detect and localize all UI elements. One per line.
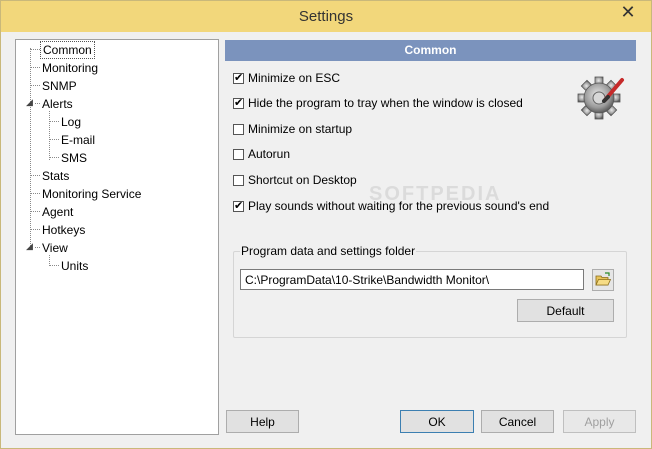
settings-tree[interactable]: ◢ ◢ Common Monitoring SNMP Alerts Log E-… bbox=[15, 39, 219, 435]
tree-item-view[interactable]: View bbox=[42, 240, 68, 256]
tree-item-alerts[interactable]: Alerts bbox=[42, 96, 73, 112]
tree-item-hotkeys[interactable]: Hotkeys bbox=[42, 222, 85, 238]
tree-item-log[interactable]: Log bbox=[61, 114, 81, 130]
title-bar[interactable]: Settings ✕ bbox=[1, 1, 651, 32]
ok-button[interactable]: OK bbox=[400, 410, 474, 433]
tree-item-common[interactable]: Common bbox=[40, 41, 95, 59]
settings-gear-icon bbox=[577, 76, 624, 120]
tree-item-email[interactable]: E-mail bbox=[61, 132, 95, 148]
checkbox-minimize-on-startup[interactable]: Minimize on startup bbox=[233, 121, 352, 137]
checkbox-box[interactable] bbox=[233, 71, 244, 84]
folder-groupbox bbox=[233, 251, 627, 338]
checkbox-box[interactable] bbox=[233, 148, 244, 160]
collapse-icon[interactable]: ◢ bbox=[26, 242, 33, 251]
collapse-icon[interactable]: ◢ bbox=[26, 98, 33, 107]
help-button[interactable]: Help bbox=[226, 410, 299, 433]
tree-item-snmp[interactable]: SNMP bbox=[42, 78, 77, 94]
checkbox-autorun[interactable]: Autorun bbox=[233, 146, 290, 162]
folder-group-label: Program data and settings folder bbox=[240, 244, 417, 258]
browse-folder-button[interactable] bbox=[592, 269, 614, 291]
checkbox-shortcut-on-desktop[interactable]: Shortcut on Desktop bbox=[233, 172, 357, 188]
tree-item-monitoring-service[interactable]: Monitoring Service bbox=[42, 186, 141, 202]
open-folder-icon bbox=[595, 272, 612, 286]
window-title: Settings bbox=[298, 8, 354, 25]
cancel-button[interactable]: Cancel bbox=[481, 410, 554, 433]
checkbox-box[interactable] bbox=[233, 174, 244, 186]
watermark: SOFTPEDIA bbox=[369, 183, 502, 205]
apply-button[interactable]: Apply bbox=[563, 410, 636, 433]
tree-item-monitoring[interactable]: Monitoring bbox=[42, 60, 98, 76]
close-icon[interactable]: ✕ bbox=[611, 2, 645, 22]
checkbox-box[interactable] bbox=[233, 96, 244, 109]
checkbox-box[interactable] bbox=[233, 123, 244, 135]
panel-header: Common bbox=[225, 40, 636, 61]
folder-path-input[interactable] bbox=[240, 269, 584, 290]
checkbox-hide-to-tray[interactable]: Hide the program to tray when the window… bbox=[233, 95, 523, 111]
tree-item-agent[interactable]: Agent bbox=[42, 204, 73, 220]
tree-item-units[interactable]: Units bbox=[61, 258, 88, 274]
checkbox-box[interactable] bbox=[233, 199, 244, 212]
checkbox-minimize-on-esc[interactable]: Minimize on ESC bbox=[233, 70, 340, 86]
tree-item-sms[interactable]: SMS bbox=[61, 150, 87, 166]
tree-item-stats[interactable]: Stats bbox=[42, 168, 69, 184]
default-button[interactable]: Default bbox=[517, 299, 614, 322]
